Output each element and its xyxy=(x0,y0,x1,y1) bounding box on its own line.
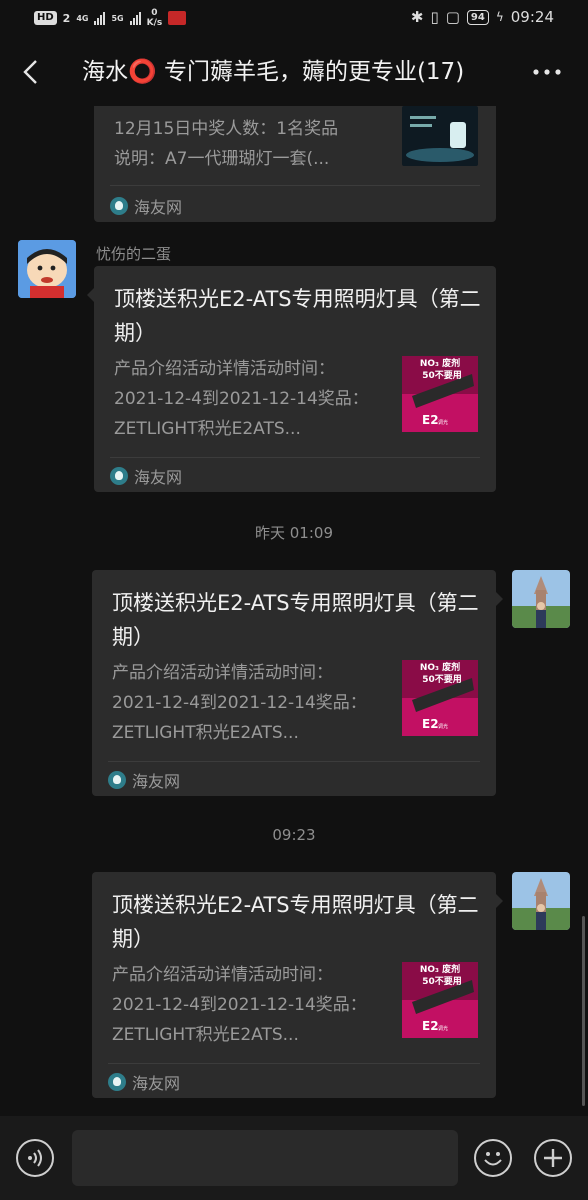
more-dots-icon[interactable] xyxy=(532,64,562,80)
hd-badge: HD xyxy=(34,11,57,25)
card-desc-line1: 12月15日中奖人数：1名奖品 xyxy=(114,119,339,139)
avatar-sender[interactable] xyxy=(18,240,76,298)
card-desc-line2: 说明：A7一代珊瑚灯一套(... xyxy=(114,149,330,169)
source-logo-icon xyxy=(110,467,128,485)
card-source: 海友网 xyxy=(110,194,182,218)
scrollbar[interactable] xyxy=(582,916,585,1106)
card-title: 顶楼送积光E2-ATS专用照明灯具（第二期） xyxy=(112,893,479,951)
network-5g-label: 5G xyxy=(111,13,124,23)
status-time: 09:24 xyxy=(510,8,554,26)
thumb-model-suffix: 调光 xyxy=(438,419,448,426)
thumb-model: E2 xyxy=(422,1019,439,1033)
card-title: 顶楼送积光E2-ATS专用照明灯具（第二期） xyxy=(114,287,481,345)
card-description: 产品介绍活动详情活动时间：2021-12-4到2021-12-14奖品：ZETL… xyxy=(112,965,367,1045)
product-thumbnail: NO₃ 废剂 50不要用 E2 调光 xyxy=(402,962,478,1038)
speed-value: 0 xyxy=(151,8,158,18)
link-card-msg2[interactable]: 顶楼送积光E2-ATS专用照明灯具（第二期） 产品介绍活动详情活动时间：2021… xyxy=(92,570,503,796)
card-source: 海友网 xyxy=(108,1070,180,1094)
net-speed: 0 K/s xyxy=(147,8,163,28)
thumb-model-suffix: 调光 xyxy=(438,723,448,730)
charging-icon: ϟ xyxy=(495,10,504,24)
sim-number: 2 xyxy=(62,11,71,25)
card-description: 产品介绍活动详情活动时间：2021-12-4到2021-12-14奖品：ZETL… xyxy=(114,359,369,439)
signal-icon-1 xyxy=(94,11,106,25)
source-logo-icon xyxy=(108,771,126,789)
speed-unit: K/s xyxy=(146,18,163,28)
chat-message-list[interactable]: 12月15日中奖人数：1名奖品 说明：A7一代珊瑚灯一套(... 海友网 忧伤的… xyxy=(0,106,588,1116)
source-name: 海友网 xyxy=(132,772,181,791)
avatar-self[interactable] xyxy=(512,570,570,628)
vibrate-icon: ▯ xyxy=(430,8,439,26)
link-card-msg3[interactable]: 顶楼送积光E2-ATS专用照明灯具（第二期） 产品介绍活动详情活动时间：2021… xyxy=(92,872,503,1098)
thumb-headline2: 50不要用 xyxy=(422,674,462,685)
source-name: 海友网 xyxy=(132,1074,181,1093)
avatar-self[interactable] xyxy=(512,872,570,930)
link-card-msg1[interactable]: 顶楼送积光E2-ATS专用照明灯具（第二期） 产品介绍活动详情活动时间：2021… xyxy=(87,266,496,492)
thumb-model: E2 xyxy=(422,413,439,427)
source-logo-icon xyxy=(108,1073,126,1091)
voice-icon[interactable] xyxy=(16,1139,54,1177)
chat-header: 海水⭕ 专门薅羊毛，薅的更专业(17) xyxy=(0,38,588,106)
app-notification-icon xyxy=(168,11,187,25)
thumb-headline2: 50不要用 xyxy=(422,976,462,987)
timestamp: 09:23 xyxy=(272,826,316,844)
thumb-headline1: NO₃ 废剂 xyxy=(420,661,460,673)
status-bar: HD 2 4G 5G 0 K/s ✱ ▯ ▢ 94 ϟ 09:24 xyxy=(0,0,588,38)
plus-icon[interactable] xyxy=(534,1139,572,1177)
network-4g-label: 4G xyxy=(76,13,89,23)
product-thumbnail: NO₃ 废剂 50不要用 E2 调光 xyxy=(402,356,478,432)
card-title: 顶楼送积光E2-ATS专用照明灯具（第二期） xyxy=(112,591,479,649)
card-description: 产品介绍活动详情活动时间：2021-12-4到2021-12-14奖品：ZETL… xyxy=(112,663,367,743)
sender-name: 忧伤的二蛋 xyxy=(96,245,172,263)
chat-title: 海水⭕ 专门薅羊毛，薅的更专业(17) xyxy=(82,59,465,85)
bluetooth-icon: ✱ xyxy=(410,8,424,26)
cartoon-avatar-icon xyxy=(18,240,76,298)
card-thumbnail-dark xyxy=(402,106,478,166)
battery-indicator: 94 xyxy=(466,9,489,25)
source-name: 海友网 xyxy=(134,468,183,487)
thumb-model: E2 xyxy=(422,717,439,731)
timestamp: 昨天 01:09 xyxy=(255,524,333,542)
card-source: 海友网 xyxy=(108,768,180,792)
source-logo-icon xyxy=(110,197,128,215)
message-input[interactable] xyxy=(72,1130,458,1186)
nfc-icon: ▢ xyxy=(445,8,460,26)
thumb-headline1: NO₃ 废剂 xyxy=(420,357,460,369)
thumb-headline1: NO₃ 废剂 xyxy=(420,963,460,975)
thumb-model-suffix: 调光 xyxy=(438,1025,448,1032)
card-source: 海友网 xyxy=(110,464,182,488)
product-thumbnail: NO₃ 废剂 50不要用 E2 调光 xyxy=(402,660,478,736)
photo-avatar-icon xyxy=(512,570,570,628)
chevron-left-icon[interactable] xyxy=(18,58,46,86)
thumb-headline2: 50不要用 xyxy=(422,370,462,381)
input-bar xyxy=(0,1116,588,1200)
source-name: 海友网 xyxy=(134,198,183,217)
emoji-icon[interactable] xyxy=(474,1139,512,1177)
photo-avatar-icon xyxy=(512,872,570,930)
signal-icon-2 xyxy=(129,11,141,25)
link-card-top[interactable]: 12月15日中奖人数：1名奖品 说明：A7一代珊瑚灯一套(... 海友网 xyxy=(94,106,496,222)
